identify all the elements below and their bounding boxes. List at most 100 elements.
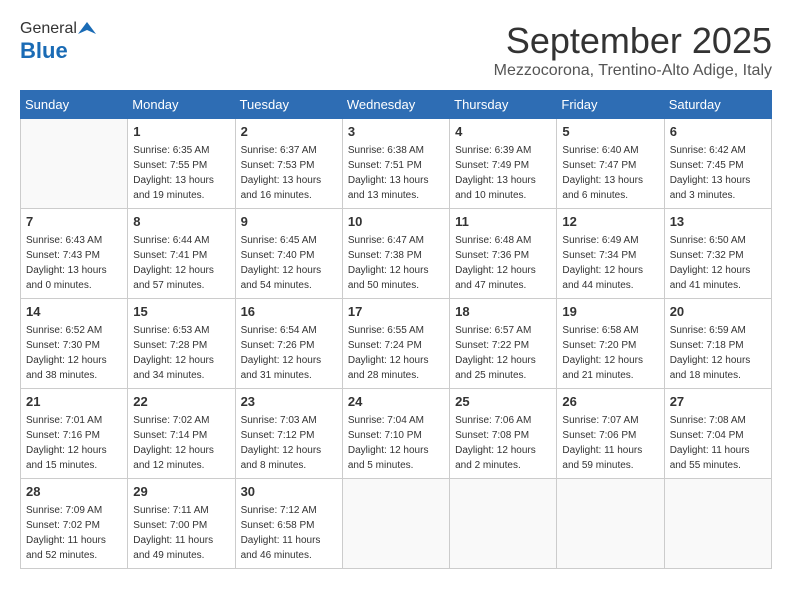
day-info: Sunrise: 6:38 AMSunset: 7:51 PMDaylight:… <box>348 143 444 203</box>
day-number: 24 <box>348 393 444 411</box>
calendar-cell: 8Sunrise: 6:44 AMSunset: 7:41 PMDaylight… <box>128 209 235 299</box>
day-number: 3 <box>348 123 444 141</box>
day-info: Sunrise: 7:03 AMSunset: 7:12 PMDaylight:… <box>241 413 337 473</box>
logo-bird-icon <box>78 20 96 38</box>
day-number: 18 <box>455 303 551 321</box>
week-row-1: 7 Sunrise: 6:43 AMSunset: 7:43 PMDaylight… <box>21 209 772 299</box>
calendar-cell: 25 Sunrise: 7:06 AMSunset: 7:08 PMDayligh… <box>450 389 557 479</box>
day-info: Sunrise: 6:47 AMSunset: 7:38 PMDaylight:… <box>348 233 444 293</box>
day-info: Sunrise: 7:08 AMSunset: 7:04 PMDaylight:… <box>670 413 766 473</box>
day-info: Sunrise: 7:11 AMSunset: 7:00 PMDaylight:… <box>133 503 229 563</box>
calendar-cell: 22 Sunrise: 7:02 AMSunset: 7:14 PMDayligh… <box>128 389 235 479</box>
day-number: 21 <box>26 393 122 411</box>
day-number: 10 <box>348 213 444 231</box>
day-number: 29 <box>133 483 229 501</box>
calendar-cell <box>450 479 557 569</box>
day-info: Sunrise: 6:40 AMSunset: 7:47 PMDaylight:… <box>562 143 658 203</box>
day-info: Sunrise: 6:52 AMSunset: 7:30 PMDaylight:… <box>26 323 122 383</box>
calendar-cell: 6 Sunrise: 6:42 AMSunset: 7:45 PMDaylight… <box>664 119 771 209</box>
calendar-cell: 13Sunrise: 6:50 AMSunset: 7:32 PMDayligh… <box>664 209 771 299</box>
day-number: 27 <box>670 393 766 411</box>
calendar-cell: 28Sunrise: 7:09 AMSunset: 7:02 PMDayligh… <box>21 479 128 569</box>
day-number: 4 <box>455 123 551 141</box>
day-info: Sunrise: 6:43 AMSunset: 7:43 PMDaylight:… <box>26 233 122 293</box>
day-number: 30 <box>241 483 337 501</box>
calendar-table: SundayMondayTuesdayWednesdayThursdayFrid… <box>20 90 772 569</box>
calendar-cell: 3 Sunrise: 6:38 AMSunset: 7:51 PMDaylight… <box>342 119 449 209</box>
day-info: Sunrise: 6:42 AMSunset: 7:45 PMDaylight:… <box>670 143 766 203</box>
title-block: September 2025 Mezzocorona, Trentino-Alt… <box>494 20 772 80</box>
week-row-3: 21Sunrise: 7:01 AMSunset: 7:16 PMDayligh… <box>21 389 772 479</box>
day-info: Sunrise: 7:07 AMSunset: 7:06 PMDaylight:… <box>562 413 658 473</box>
calendar-cell: 11Sunrise: 6:48 AMSunset: 7:36 PMDayligh… <box>450 209 557 299</box>
day-info: Sunrise: 7:04 AMSunset: 7:10 PMDaylight:… <box>348 413 444 473</box>
calendar-header-sunday: Sunday <box>21 91 128 119</box>
day-number: 9 <box>241 213 337 231</box>
calendar-cell <box>664 479 771 569</box>
calendar-cell: 9Sunrise: 6:45 AMSunset: 7:40 PMDaylight… <box>235 209 342 299</box>
calendar-header-saturday: Saturday <box>664 91 771 119</box>
calendar-cell: 15 Sunrise: 6:53 AMSunset: 7:28 PMDayligh… <box>128 299 235 389</box>
week-row-4: 28Sunrise: 7:09 AMSunset: 7:02 PMDayligh… <box>21 479 772 569</box>
day-info: Sunrise: 6:54 AMSunset: 7:26 PMDaylight:… <box>241 323 337 383</box>
day-number: 5 <box>562 123 658 141</box>
page-header: General Blue September 2025 Mezzocorona,… <box>20 20 772 80</box>
day-number: 11 <box>455 213 551 231</box>
day-number: 22 <box>133 393 229 411</box>
day-info: Sunrise: 7:09 AMSunset: 7:02 PMDaylight:… <box>26 503 122 563</box>
calendar-header-thursday: Thursday <box>450 91 557 119</box>
calendar-cell: 7 Sunrise: 6:43 AMSunset: 7:43 PMDaylight… <box>21 209 128 299</box>
day-info: Sunrise: 6:59 AMSunset: 7:18 PMDaylight:… <box>670 323 766 383</box>
day-info: Sunrise: 6:39 AMSunset: 7:49 PMDaylight:… <box>455 143 551 203</box>
day-number: 2 <box>241 123 337 141</box>
day-number: 16 <box>241 303 337 321</box>
week-row-0: 1 Sunrise: 6:35 AMSunset: 7:55 PMDaylight… <box>21 119 772 209</box>
calendar-cell <box>557 479 664 569</box>
day-info: Sunrise: 6:37 AMSunset: 7:53 PMDaylight:… <box>241 143 337 203</box>
logo-blue-text: Blue <box>20 38 68 64</box>
location-subtitle: Mezzocorona, Trentino-Alto Adige, Italy <box>494 62 772 80</box>
week-row-2: 14 Sunrise: 6:52 AMSunset: 7:30 PMDayligh… <box>21 299 772 389</box>
calendar-cell: 27 Sunrise: 7:08 AMSunset: 7:04 PMDayligh… <box>664 389 771 479</box>
calendar-cell: 4 Sunrise: 6:39 AMSunset: 7:49 PMDaylight… <box>450 119 557 209</box>
day-info: Sunrise: 7:06 AMSunset: 7:08 PMDaylight:… <box>455 413 551 473</box>
calendar-cell: 17 Sunrise: 6:55 AMSunset: 7:24 PMDayligh… <box>342 299 449 389</box>
day-info: Sunrise: 6:53 AMSunset: 7:28 PMDaylight:… <box>133 323 229 383</box>
calendar-cell: 5 Sunrise: 6:40 AMSunset: 7:47 PMDaylight… <box>557 119 664 209</box>
day-info: Sunrise: 6:55 AMSunset: 7:24 PMDaylight:… <box>348 323 444 383</box>
calendar-cell: 10 Sunrise: 6:47 AMSunset: 7:38 PMDayligh… <box>342 209 449 299</box>
day-info: Sunrise: 6:35 AMSunset: 7:55 PMDaylight:… <box>133 143 229 203</box>
day-number: 15 <box>133 303 229 321</box>
calendar-header-friday: Friday <box>557 91 664 119</box>
day-info: Sunrise: 7:02 AMSunset: 7:14 PMDaylight:… <box>133 413 229 473</box>
day-number: 25 <box>455 393 551 411</box>
day-info: Sunrise: 6:50 AMSunset: 7:32 PMDaylight:… <box>670 233 766 293</box>
day-number: 14 <box>26 303 122 321</box>
calendar-cell: 18Sunrise: 6:57 AMSunset: 7:22 PMDayligh… <box>450 299 557 389</box>
month-title: September 2025 <box>494 20 772 62</box>
day-number: 12 <box>562 213 658 231</box>
calendar-cell: 16 Sunrise: 6:54 AMSunset: 7:26 PMDayligh… <box>235 299 342 389</box>
logo: General Blue <box>20 20 97 64</box>
calendar-cell <box>21 119 128 209</box>
day-info: Sunrise: 7:12 AMSunset: 6:58 PMDaylight:… <box>241 503 337 563</box>
day-number: 20 <box>670 303 766 321</box>
calendar-header-monday: Monday <box>128 91 235 119</box>
calendar-cell: 26Sunrise: 7:07 AMSunset: 7:06 PMDayligh… <box>557 389 664 479</box>
day-info: Sunrise: 6:49 AMSunset: 7:34 PMDaylight:… <box>562 233 658 293</box>
day-number: 7 <box>26 213 122 231</box>
logo-general-text: General <box>20 21 77 37</box>
day-number: 17 <box>348 303 444 321</box>
day-info: Sunrise: 6:58 AMSunset: 7:20 PMDaylight:… <box>562 323 658 383</box>
calendar-cell: 20 Sunrise: 6:59 AMSunset: 7:18 PMDayligh… <box>664 299 771 389</box>
calendar-cell: 29 Sunrise: 7:11 AMSunset: 7:00 PMDayligh… <box>128 479 235 569</box>
calendar-cell: 23 Sunrise: 7:03 AMSunset: 7:12 PMDayligh… <box>235 389 342 479</box>
day-number: 23 <box>241 393 337 411</box>
day-number: 6 <box>670 123 766 141</box>
day-number: 8 <box>133 213 229 231</box>
calendar-cell: 24 Sunrise: 7:04 AMSunset: 7:10 PMDayligh… <box>342 389 449 479</box>
calendar-cell: 14 Sunrise: 6:52 AMSunset: 7:30 PMDayligh… <box>21 299 128 389</box>
calendar-header-wednesday: Wednesday <box>342 91 449 119</box>
calendar-header-tuesday: Tuesday <box>235 91 342 119</box>
day-number: 1 <box>133 123 229 141</box>
